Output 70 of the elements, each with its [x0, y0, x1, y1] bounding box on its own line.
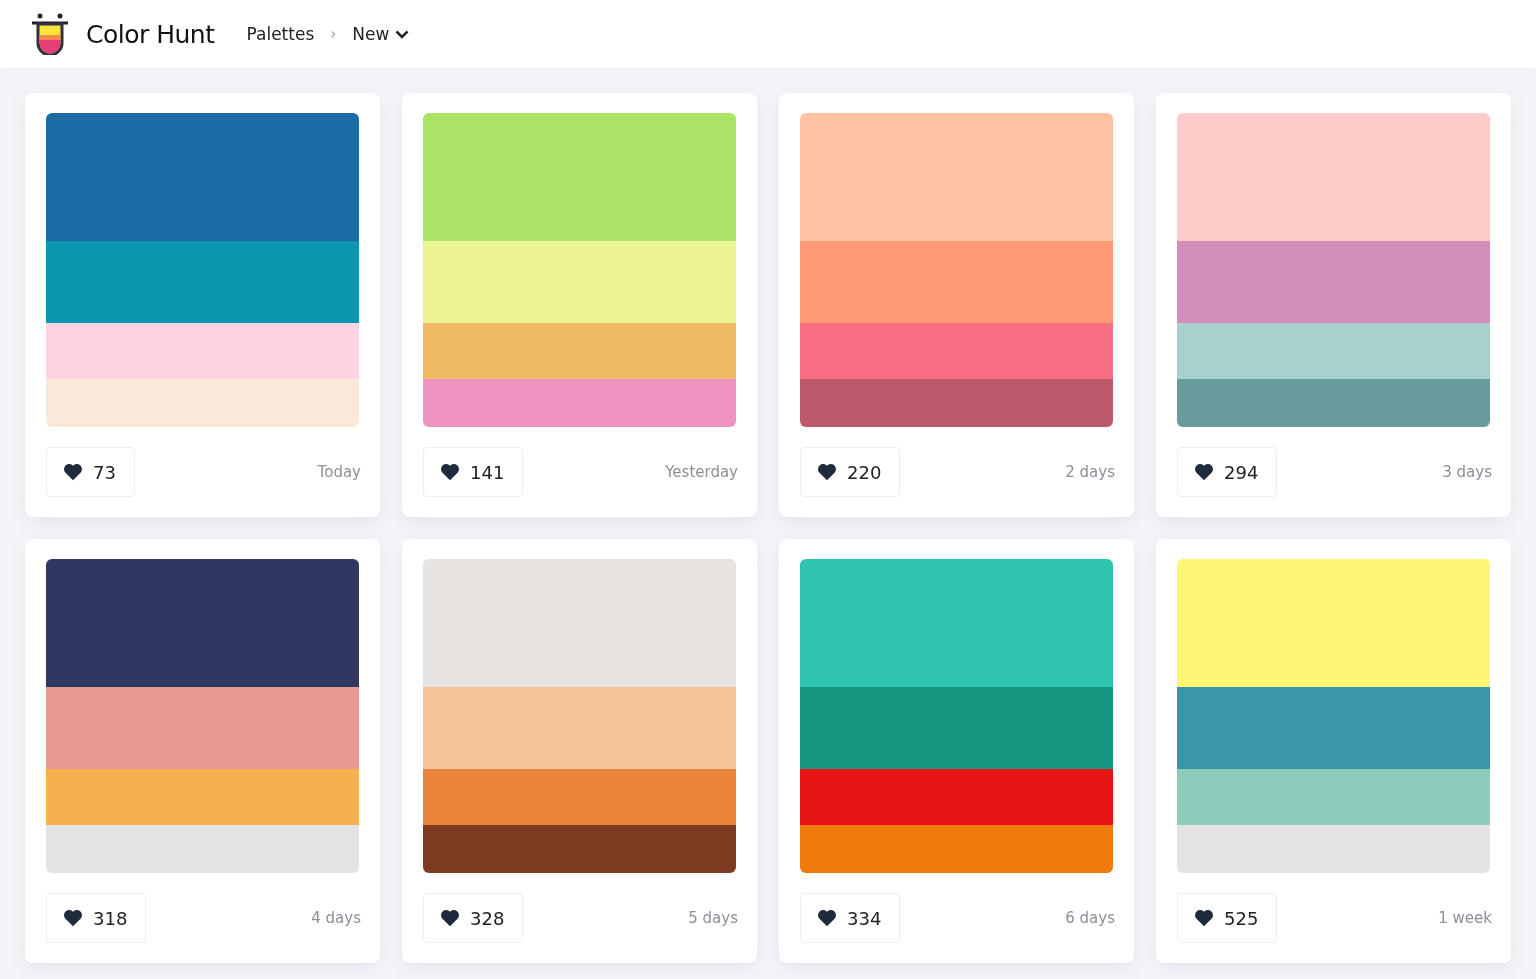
color-palette[interactable] — [46, 559, 359, 873]
like-button[interactable]: 220 — [800, 447, 901, 497]
color-swatch[interactable] — [1177, 323, 1490, 379]
palettes-link[interactable]: Palettes — [246, 24, 315, 44]
heart-icon — [1194, 463, 1214, 481]
like-button[interactable]: 525 — [1177, 893, 1278, 943]
color-palette[interactable] — [423, 113, 736, 427]
color-swatch[interactable] — [423, 769, 736, 825]
color-swatch[interactable] — [800, 559, 1113, 687]
color-palette[interactable] — [1177, 113, 1490, 427]
like-button[interactable]: 334 — [800, 893, 901, 943]
color-swatch[interactable] — [423, 323, 736, 379]
color-palette[interactable] — [423, 559, 736, 873]
color-swatch[interactable] — [423, 687, 736, 769]
palette-age: 2 days — [1065, 463, 1115, 481]
palette-age: 4 days — [311, 909, 361, 927]
heart-icon — [63, 463, 83, 481]
color-swatch[interactable] — [46, 323, 359, 379]
color-swatch[interactable] — [423, 379, 736, 427]
color-swatch[interactable] — [800, 825, 1113, 873]
heart-icon — [440, 463, 460, 481]
palette-age: 6 days — [1065, 909, 1115, 927]
heart-icon — [63, 909, 83, 927]
color-swatch[interactable] — [423, 559, 736, 687]
color-palette[interactable] — [800, 559, 1113, 873]
color-swatch[interactable] — [1177, 769, 1490, 825]
like-button[interactable]: 318 — [46, 893, 147, 943]
color-palette[interactable] — [800, 113, 1113, 427]
color-swatch[interactable] — [800, 687, 1113, 769]
color-swatch[interactable] — [423, 113, 736, 241]
color-swatch[interactable] — [1177, 559, 1490, 687]
color-swatch[interactable] — [46, 379, 359, 427]
color-swatch[interactable] — [1177, 241, 1490, 323]
color-swatch[interactable] — [46, 559, 359, 687]
palette-age: Today — [317, 463, 361, 481]
color-swatch[interactable] — [800, 241, 1113, 323]
color-swatch[interactable] — [46, 113, 359, 241]
palette-age: 3 days — [1442, 463, 1492, 481]
color-swatch[interactable] — [800, 113, 1113, 241]
color-swatch[interactable] — [1177, 113, 1490, 241]
heart-icon — [817, 463, 837, 481]
like-button[interactable]: 73 — [46, 447, 135, 497]
color-swatch[interactable] — [800, 769, 1113, 825]
heart-icon — [440, 909, 460, 927]
heart-icon — [817, 909, 837, 927]
color-swatch[interactable] — [423, 825, 736, 873]
color-swatch[interactable] — [46, 687, 359, 769]
palette-age: Yesterday — [665, 463, 738, 481]
color-swatch[interactable] — [800, 323, 1113, 379]
chevron-down-icon — [395, 29, 410, 39]
brand-name[interactable]: Color Hunt — [86, 19, 215, 49]
color-palette[interactable] — [1177, 559, 1490, 873]
like-button[interactable]: 328 — [423, 893, 524, 943]
like-button[interactable]: 294 — [1177, 447, 1278, 497]
color-swatch[interactable] — [46, 241, 359, 323]
color-swatch[interactable] — [1177, 825, 1490, 873]
color-swatch[interactable] — [46, 825, 359, 873]
color-swatch[interactable] — [1177, 687, 1490, 769]
palette-age: 1 week — [1438, 909, 1492, 927]
breadcrumb-separator: › — [330, 25, 337, 43]
sort-dropdown[interactable]: New — [352, 24, 410, 44]
color-swatch[interactable] — [1177, 379, 1490, 427]
color-swatch[interactable] — [800, 379, 1113, 427]
heart-icon — [1194, 909, 1214, 927]
like-button[interactable]: 141 — [423, 447, 524, 497]
color-swatch[interactable] — [46, 769, 359, 825]
color-swatch[interactable] — [423, 241, 736, 323]
logo-icon — [30, 13, 70, 55]
color-palette[interactable] — [46, 113, 359, 427]
palette-age: 5 days — [688, 909, 738, 927]
